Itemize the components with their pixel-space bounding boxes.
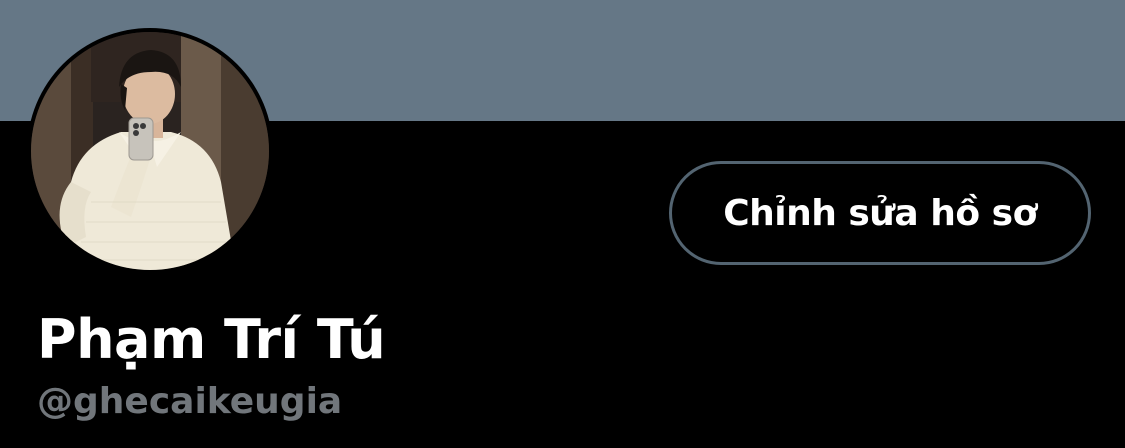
display-name: Phạm Trí Tú (37, 308, 386, 371)
username-handle: @ghecaikeugia (37, 381, 343, 422)
avatar[interactable] (31, 32, 269, 270)
edit-profile-button[interactable]: Chỉnh sửa hồ sơ (669, 161, 1091, 265)
avatar-ring (27, 28, 273, 274)
profile-photo-icon (31, 32, 269, 270)
